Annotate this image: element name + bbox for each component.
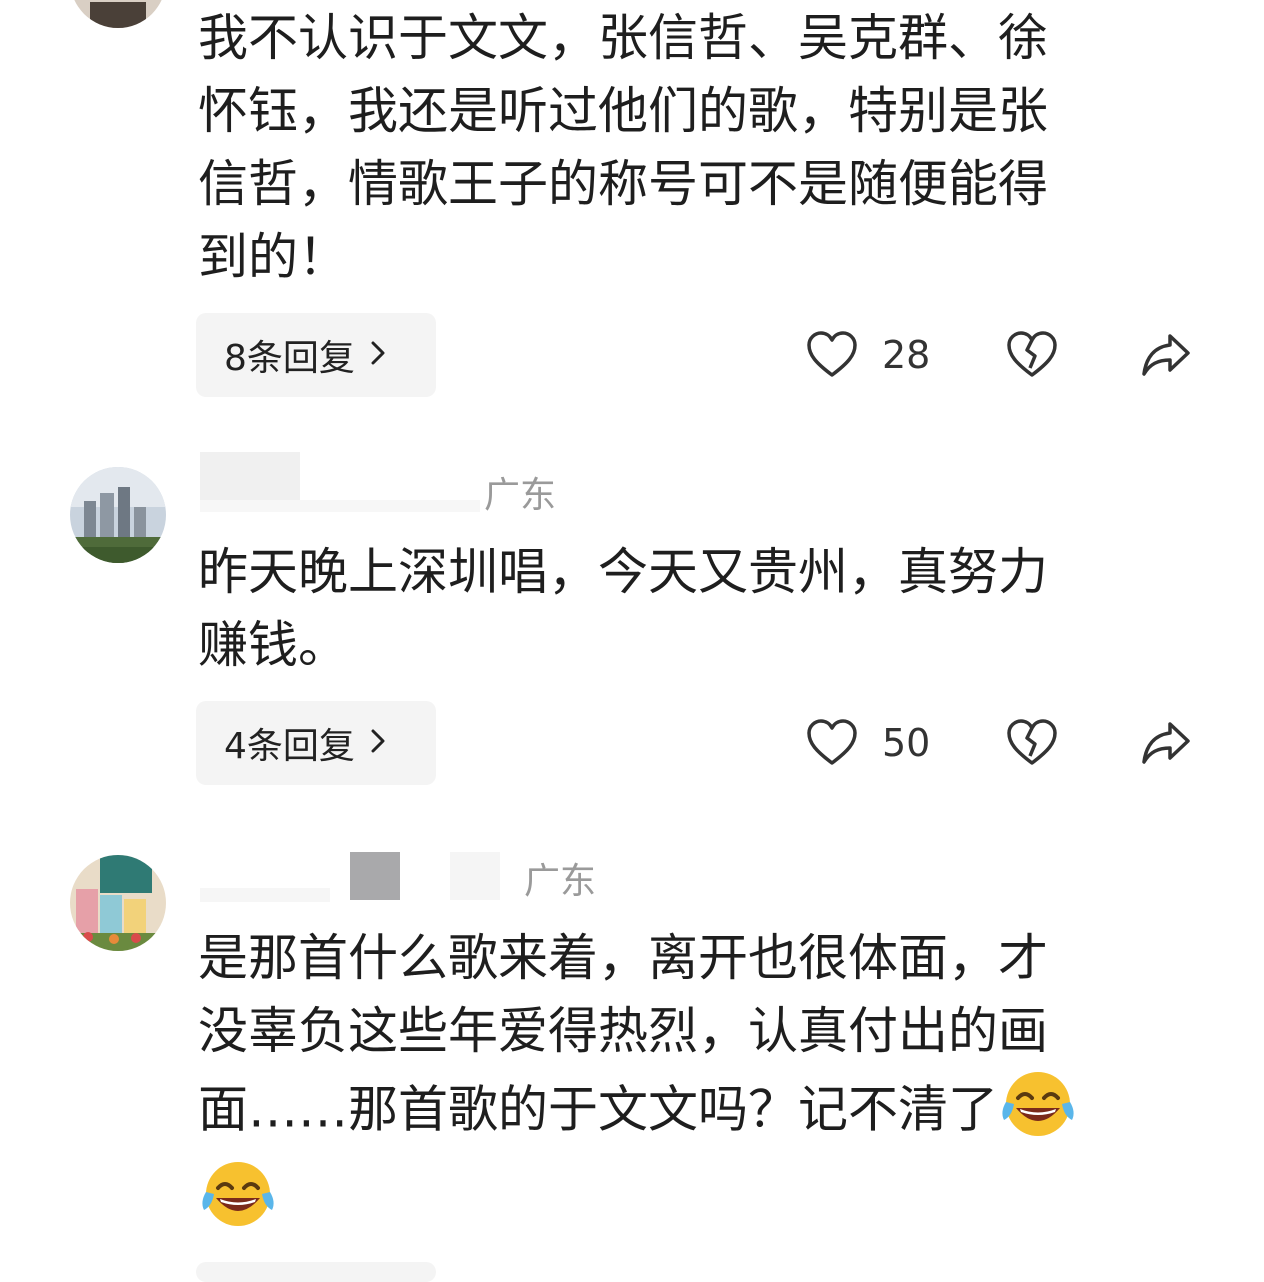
like-count: 50 xyxy=(882,721,931,765)
view-replies-button[interactable]: 8条回复 xyxy=(196,313,436,397)
username-redacted xyxy=(200,888,330,902)
city-buildings-avatar-icon xyxy=(70,467,166,563)
avatar[interactable] xyxy=(70,0,166,28)
comment-actions: 28 xyxy=(806,313,1206,397)
chevron-right-icon xyxy=(369,335,387,376)
username-redacted[interactable] xyxy=(200,452,300,500)
heart-outline-icon[interactable] xyxy=(806,718,858,768)
avatar[interactable] xyxy=(70,467,166,563)
broken-heart-icon[interactable] xyxy=(1006,330,1058,380)
username-redacted[interactable] xyxy=(350,852,400,900)
location-label: 广东 xyxy=(484,475,557,516)
share-arrow-icon[interactable] xyxy=(1140,718,1192,768)
comment-actions: 50 xyxy=(806,701,1206,785)
colorful-houses-avatar-icon xyxy=(70,855,166,951)
comment-text: 我不认识于文文，张信哲、吴克群、徐 怀钰，我还是听过他们的歌，特别是张 信哲，情… xyxy=(198,9,1048,286)
share-arrow-icon[interactable] xyxy=(1140,330,1192,380)
tears-of-joy-emoji xyxy=(198,1158,278,1248)
avatar[interactable] xyxy=(70,855,166,951)
user-avatar-icon xyxy=(70,0,166,28)
comment-text: 昨天晚上深圳唱，今天又贵州，真努力 赚钱。 xyxy=(198,543,1048,674)
username-redacted xyxy=(200,500,480,512)
broken-heart-icon[interactable] xyxy=(1006,718,1058,768)
view-replies-button[interactable] xyxy=(196,1262,436,1282)
heart-outline-icon[interactable] xyxy=(806,330,858,380)
view-replies-button[interactable]: 4条回复 xyxy=(196,701,436,785)
tears-of-joy-emoji xyxy=(998,1068,1078,1158)
comment-text: 是那首什么歌来着，离开也很体面，才 没辜负这些年爱得热烈，认真付出的画 面……那… xyxy=(198,922,1158,1248)
location-label: 广东 xyxy=(524,861,597,902)
chevron-right-icon xyxy=(369,723,387,764)
like-count: 28 xyxy=(882,333,931,377)
username-redacted xyxy=(450,852,500,900)
